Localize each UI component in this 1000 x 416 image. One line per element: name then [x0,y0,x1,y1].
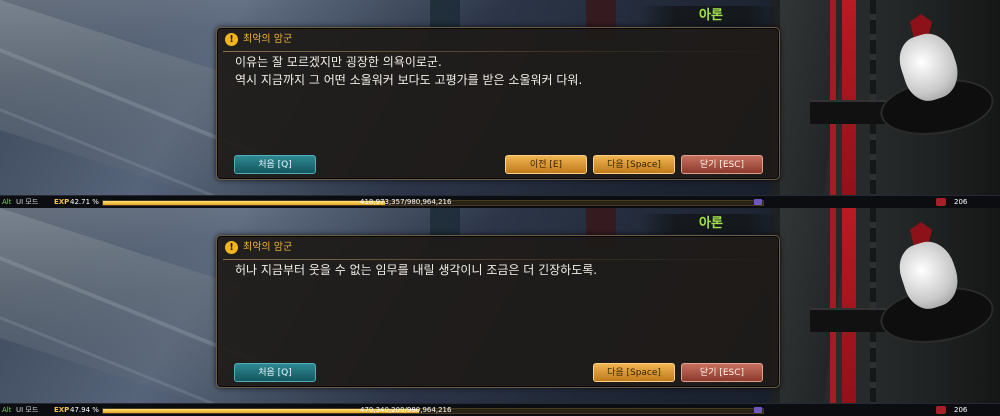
npc-portrait [770,208,1000,416]
quest-title: 최악의 암군 [243,242,293,253]
exp-percent: 42.71 % [70,198,99,206]
level-value: 206 [954,406,968,414]
ui-mode-toggle[interactable]: UI 모드 [16,404,38,416]
alt-key-label: Alt [2,406,12,414]
level-badge-icon [936,406,946,414]
exp-numbers: 418,973,357/980,964,216 [360,198,452,206]
dialog-header: ! 최악의 암군 [223,240,779,260]
exp-label: EXP [54,406,70,414]
dialog-line: 허나 지금부터 웃을 수 없는 임무를 내릴 생각이니 조금은 더 긴장하도록. [235,263,598,277]
exp-label: EXP [54,198,70,206]
quest-title: 최악의 암군 [243,34,293,45]
exp-percent: 47.94 % [70,406,99,414]
dialog-text: 허나 지금부터 웃을 수 없는 임무를 내릴 생각이니 조금은 더 긴장하도록. [235,261,765,279]
speaker-name: 아론 [640,214,782,234]
next-button[interactable]: 다음 [Space] [593,155,675,174]
dialog-screen-2: 아론 ! 최악의 암군 허나 지금부터 웃을 수 없는 임무를 내릴 생각이니 … [0,208,1000,416]
exp-numbers: 470,340,209/980,964,216 [360,406,452,414]
dialog-line: 이유는 잘 모르겠지만 굉장한 의욕이로군. [235,55,442,69]
npc-portrait [770,0,1000,208]
divider [223,259,779,260]
speaker-name: 아론 [640,6,782,26]
level-value: 206 [954,198,968,206]
exp-fill [103,201,385,205]
ui-mode-toggle[interactable]: UI 모드 [16,196,38,208]
dialog-box: ! 최악의 암군 허나 지금부터 웃을 수 없는 임무를 내릴 생각이니 조금은… [216,235,780,388]
first-button[interactable]: 처음 [Q] [234,155,316,174]
quickslot-icon [754,199,762,205]
dialog-line: 역시 지금까지 그 어떤 소울워커 보다도 고평가를 받은 소울워커 다워. [235,73,583,87]
level-badge-icon [936,198,946,206]
dialog-box: ! 최악의 암군 이유는 잘 모르겠지만 굉장한 의욕이로군. 역시 지금까지 … [216,27,780,180]
quickslot-icon [754,407,762,413]
dialog-text: 이유는 잘 모르겠지만 굉장한 의욕이로군. 역시 지금까지 그 어떤 소울워커… [235,53,765,89]
dialog-screen-1: 아론 ! 최악의 암군 이유는 잘 모르겠지만 굉장한 의욕이로군. 역시 지금… [0,0,1000,208]
previous-button[interactable]: 이전 [E] [505,155,587,174]
exp-bar: Alt UI 모드 EXP 47.94 % 470,340,209/980,96… [0,403,1000,416]
close-button[interactable]: 닫기 [ESC] [681,155,763,174]
first-button[interactable]: 처음 [Q] [234,363,316,382]
warning-icon: ! [225,241,238,254]
divider [223,51,779,52]
alt-key-label: Alt [2,198,12,206]
dialog-header: ! 최악의 암군 [223,32,779,52]
exp-bar: Alt UI 모드 EXP 42.71 % 418,973,357/980,96… [0,195,1000,208]
next-button[interactable]: 다음 [Space] [593,363,675,382]
close-button[interactable]: 닫기 [ESC] [681,363,763,382]
warning-icon: ! [225,33,238,46]
